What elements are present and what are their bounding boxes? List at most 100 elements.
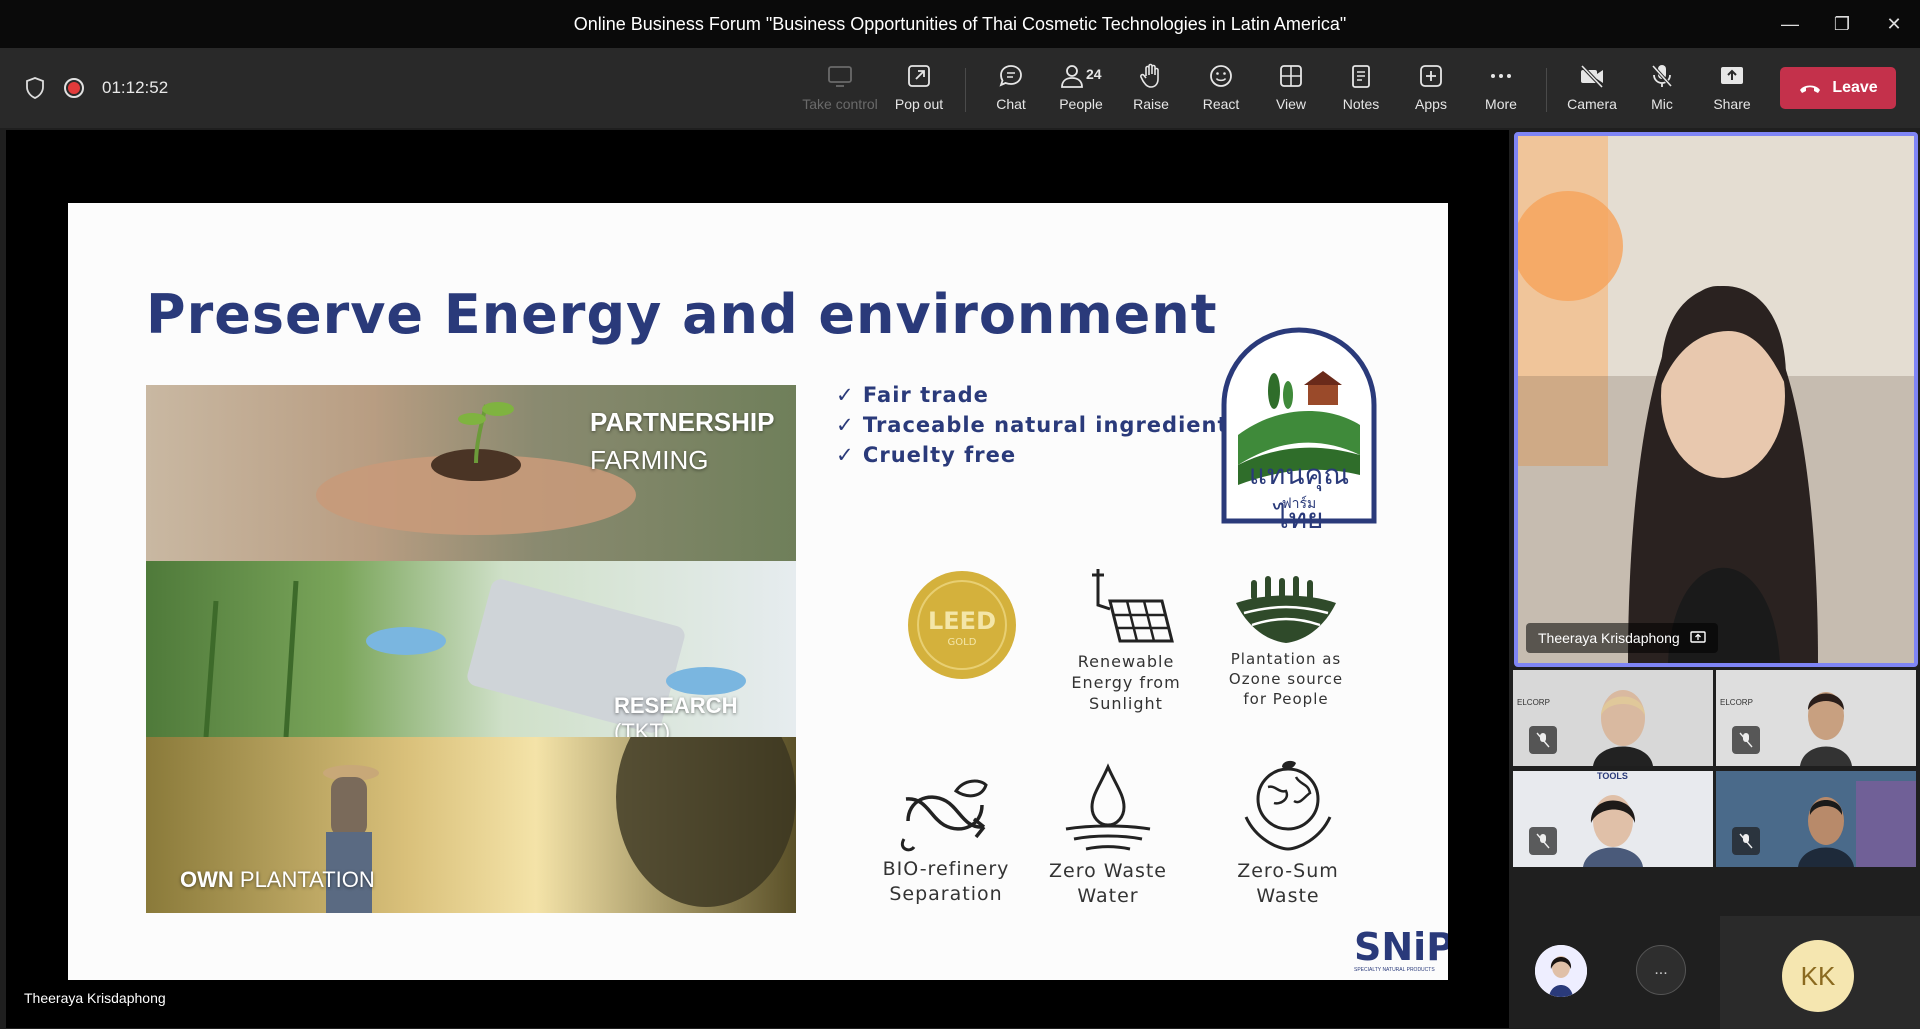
grid-icon: [1280, 65, 1302, 87]
renewable-energy-feature: Renewable Energy from Sunlight: [1064, 565, 1188, 714]
apps-label: Apps: [1415, 96, 1447, 112]
window-controls: — ❐ ✕: [1764, 0, 1920, 48]
chat-icon: [999, 65, 1022, 87]
share-button[interactable]: Share: [1699, 62, 1765, 120]
view-button[interactable]: View: [1258, 62, 1324, 120]
speaker-video: [1518, 136, 1914, 663]
people-label: People: [1059, 96, 1103, 112]
meeting-timer: 01:12:52: [102, 78, 169, 97]
toolbar-divider: [965, 68, 966, 112]
more-participants-button[interactable]: ...: [1636, 945, 1686, 995]
stage-presenter-name: Theeraya Krisdaphong: [24, 990, 166, 1006]
mic-off-icon: [1651, 64, 1673, 88]
people-icon: [1061, 65, 1083, 88]
apps-button[interactable]: Apps: [1398, 62, 1464, 120]
shield-icon[interactable]: [24, 76, 46, 100]
smile-icon: [1210, 65, 1232, 87]
thumb-brand-text: ELCORP: [1517, 698, 1550, 707]
share-icon: [1721, 67, 1743, 84]
more-button[interactable]: More: [1468, 62, 1534, 120]
participant-tile[interactable]: TOOLS: [1513, 771, 1713, 867]
plantation-word: PLANTATION: [239, 867, 375, 892]
ellipsis-icon: [1491, 74, 1511, 78]
participant-tile[interactable]: ELCORP: [1513, 670, 1713, 766]
zero-sum-waste-feature: Zero-Sum Waste: [1208, 759, 1368, 909]
water-line-1: Zero Waste: [1048, 860, 1168, 882]
snips-tagline: SPECIALTY NATURAL PRODUCTS: [1354, 967, 1435, 973]
mic-off-icon: [1529, 827, 1557, 855]
participant-avatar[interactable]: [1535, 945, 1587, 997]
participant-tile[interactable]: [1716, 771, 1916, 867]
close-button[interactable]: ✕: [1868, 0, 1920, 48]
renewable-line-2: Energy from: [1071, 673, 1181, 692]
mic-off-icon: [1529, 726, 1557, 754]
partnership-text: PARTNERSHIP: [590, 407, 775, 437]
avatar-photo: [1535, 945, 1587, 997]
speaker-name: Theeraya Krisdaphong: [1538, 630, 1680, 646]
meeting-toolbar: 01:12:52 Take control Pop out Chat 24 Pe…: [0, 48, 1920, 128]
active-speaker-tile[interactable]: Theeraya Krisdaphong: [1514, 132, 1918, 667]
leed-gold-badge: LEED GOLD: [906, 569, 1018, 681]
mic-off-icon: [1732, 827, 1760, 855]
farming-text: FARMING: [590, 445, 709, 475]
slide-title: Preserve Energy and environment: [146, 283, 1218, 346]
camera-off-icon: [1580, 64, 1604, 89]
minimize-button[interactable]: —: [1764, 0, 1816, 48]
zero-sum-line: Zero-Sum Waste: [1237, 860, 1339, 907]
mic-button[interactable]: Mic: [1629, 62, 1695, 120]
raise-hand-button[interactable]: Raise: [1118, 62, 1184, 120]
renewable-line-1: Renewable: [1077, 652, 1175, 671]
notes-button[interactable]: Notes: [1328, 62, 1394, 120]
react-button[interactable]: React: [1188, 62, 1254, 120]
react-label: React: [1202, 96, 1240, 112]
own-plantation-photo: OWN PLANTATION: [146, 737, 796, 913]
pop-out-button[interactable]: Pop out: [886, 62, 952, 120]
leed-text: LEED: [927, 607, 996, 635]
renewable-line-3: Sunlight: [1089, 694, 1163, 713]
water-drop-icon: [1065, 763, 1151, 851]
hand-icon: [1140, 63, 1159, 88]
research-code: (TKT): [614, 719, 671, 737]
checklist: ✓ Fair trade ✓ Traceable natural ingredi…: [836, 383, 1242, 473]
plantation-line-2: Ozone source: [1228, 670, 1344, 688]
bio-line-1: BIO-refinery: [882, 858, 1010, 880]
participants-panel: Theeraya Krisdaphong ELCORP ELCORP TOOLS…: [1509, 130, 1920, 1029]
camera-button[interactable]: Camera: [1559, 62, 1625, 120]
people-button[interactable]: 24 People: [1048, 62, 1114, 120]
title-bar: Online Business Forum "Business Opportun…: [0, 0, 1920, 48]
thai-farm-logo: แทนคุณไทย ฟาร์ม: [1218, 325, 1380, 535]
camera-label: Camera: [1567, 96, 1617, 112]
checklist-item: ✓ Traceable natural ingredients: [836, 413, 1243, 437]
bio-line-2: Separation: [889, 883, 1003, 905]
own-plantation-text: OWN PLANTATION: [180, 867, 375, 893]
checklist-item: ✓ Cruelty free: [836, 443, 1017, 467]
partnership-farming-photo: PARTNERSHIP FARMING: [146, 385, 796, 561]
plus-icon: [1420, 65, 1442, 87]
presentation-slide: Preserve Energy and environment PARTNERS…: [68, 203, 1448, 980]
people-count-badge: 24: [1086, 66, 1102, 82]
pop-out-label: Pop out: [894, 96, 944, 112]
recycle-leaf-icon: [900, 779, 988, 852]
raise-label: Raise: [1133, 96, 1169, 112]
take-control-button[interactable]: Take control: [802, 62, 878, 120]
plantation-feature: Plantation as Ozone source for People: [1224, 573, 1348, 709]
earth-hands-icon: [1244, 760, 1332, 851]
plantation-line-3: for People: [1243, 690, 1329, 708]
own-word: OWN: [180, 867, 234, 892]
leave-button[interactable]: Leave: [1780, 67, 1896, 109]
water-line-2: Water: [1077, 885, 1139, 907]
view-label: View: [1275, 96, 1307, 112]
thumb-brand-text: ELCORP: [1720, 698, 1753, 707]
restore-button[interactable]: ❐: [1816, 0, 1868, 48]
plantation-line-1: Plantation as: [1230, 650, 1342, 668]
take-control-icon: [828, 66, 852, 87]
chat-button[interactable]: Chat: [978, 62, 1044, 120]
thai-logo-subtext: ฟาร์ม: [1281, 496, 1317, 512]
snips-logo: SNiPS: [1354, 925, 1448, 969]
participant-tile[interactable]: ELCORP: [1716, 670, 1916, 766]
notes-label: Notes: [1342, 96, 1380, 112]
shared-screen-stage: Preserve Energy and environment PARTNERS…: [6, 130, 1509, 1028]
toolbar-divider-2: [1546, 68, 1547, 112]
self-avatar-initials: KK: [1782, 940, 1854, 1012]
chat-label: Chat: [996, 96, 1026, 112]
